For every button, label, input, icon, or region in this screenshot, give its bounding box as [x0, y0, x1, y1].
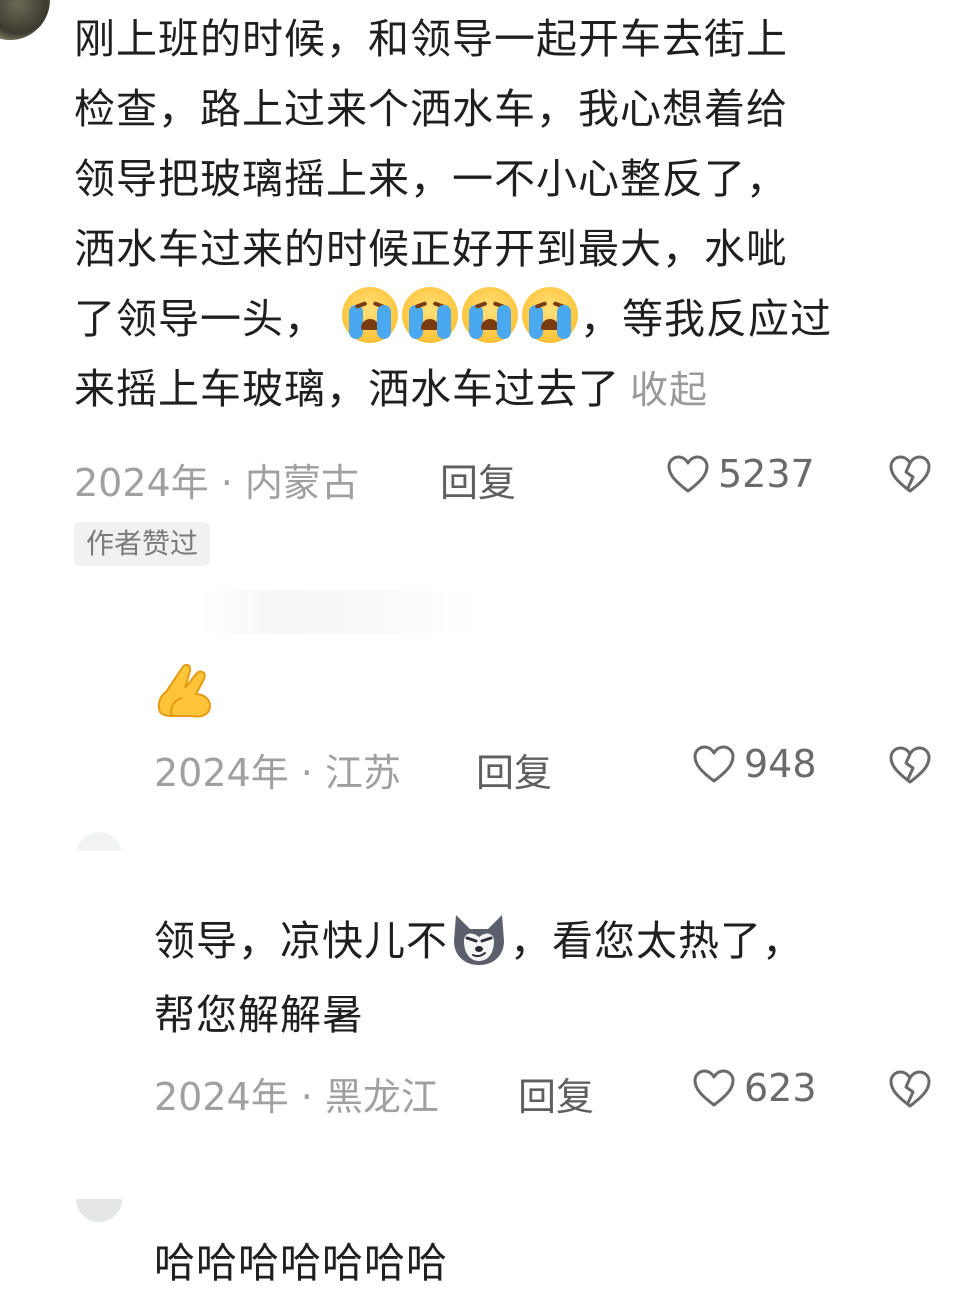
comment-year: 2024年 [154, 751, 289, 795]
comment-year: 2024年 [74, 461, 209, 505]
comment-line: 洒水车过来的时候正好开到最大，水呲 [74, 225, 788, 273]
comment-text: 刚上班的时候，和领导一起开车去街上 检查，路上过来个洒水车，我心想着给 领导把玻… [74, 4, 934, 425]
comment-fragment: 了领导一头， [74, 295, 326, 343]
meta-separator: · [220, 461, 233, 505]
comment-line: 检查，路上过来个洒水车，我心想着给 [74, 85, 788, 133]
author-liked-badge: 作者赞过 [74, 522, 211, 566]
reply-button[interactable]: 回复 [440, 452, 516, 507]
comment-line: 帮您解解暑 [154, 991, 364, 1039]
crying-face-icon [462, 287, 519, 343]
comment-fragment: ，看您太热了， [510, 917, 804, 965]
like-count: 623 [744, 1066, 817, 1110]
like-button[interactable]: 5237 [666, 452, 815, 496]
husky-face-icon [450, 911, 508, 967]
comment-line: 刚上班的时候，和领导一起开车去街上 [74, 15, 788, 63]
avatar[interactable] [0, 0, 50, 40]
faint-divider [200, 590, 480, 634]
comment-fragment: ，等我反应过 [580, 295, 833, 343]
prayer-hands-icon [152, 660, 218, 724]
dislike-button[interactable] [888, 1069, 932, 1113]
crying-face-icon [522, 287, 579, 343]
comment-line: 来摇上车玻璃，洒水车过去了 收起 [74, 354, 934, 425]
comment-location: 江苏 [324, 751, 401, 795]
comment-year: 2024年 [154, 1075, 289, 1119]
meta-separator: · [300, 751, 313, 795]
dislike-button[interactable] [888, 454, 932, 498]
comment-list: 刚上班的时候，和领导一起开车去街上 检查，路上过来个洒水车，我心想着给 领导把玻… [0, 0, 974, 1298]
comment-meta: 2024年 · 江苏 [154, 742, 401, 797]
avatar[interactable] [76, 1199, 122, 1222]
broken-heart-icon [889, 455, 931, 493]
like-button[interactable]: 623 [692, 1066, 817, 1110]
heart-icon [667, 455, 709, 493]
like-count: 948 [744, 742, 817, 786]
comment-location: 内蒙古 [244, 461, 359, 505]
collapse-link[interactable]: 收起 [630, 368, 708, 412]
crying-face-icon [342, 287, 399, 343]
comment-line-with-emoji: 领导，凉快儿不 ，看您太热了， [154, 904, 934, 978]
comment-fragment: 来摇上车玻璃，洒水车过去了 [74, 365, 620, 413]
meta-separator: · [300, 1075, 313, 1119]
broken-heart-icon [889, 746, 931, 784]
comment-text: 哈哈哈哈哈哈哈 [154, 1239, 448, 1287]
crying-face-icon [402, 287, 459, 343]
comment-line: 领导把玻璃摇上来，一不小心整反了， [74, 155, 788, 203]
like-count: 5237 [718, 452, 815, 496]
comment-fragment: 领导，凉快儿不 [154, 917, 448, 965]
avatar[interactable] [76, 832, 122, 851]
heart-icon [693, 745, 735, 783]
comment-meta: 2024年 · 黑龙江 [154, 1066, 439, 1121]
comment-meta: 2024年 · 内蒙古 [74, 452, 359, 507]
comment-location: 黑龙江 [324, 1075, 439, 1119]
broken-heart-icon [889, 1070, 931, 1108]
reply-button[interactable]: 回复 [476, 742, 552, 797]
heart-icon [693, 1069, 735, 1107]
comment-line-with-emoji: 了领导一头， ，等我反应过 [74, 284, 934, 354]
like-button[interactable]: 948 [692, 742, 817, 786]
reply-button[interactable]: 回复 [518, 1066, 594, 1121]
comment-text: 领导，凉快儿不 ，看您太热了， 帮您解解暑 [154, 904, 934, 1052]
dislike-button[interactable] [888, 745, 932, 789]
